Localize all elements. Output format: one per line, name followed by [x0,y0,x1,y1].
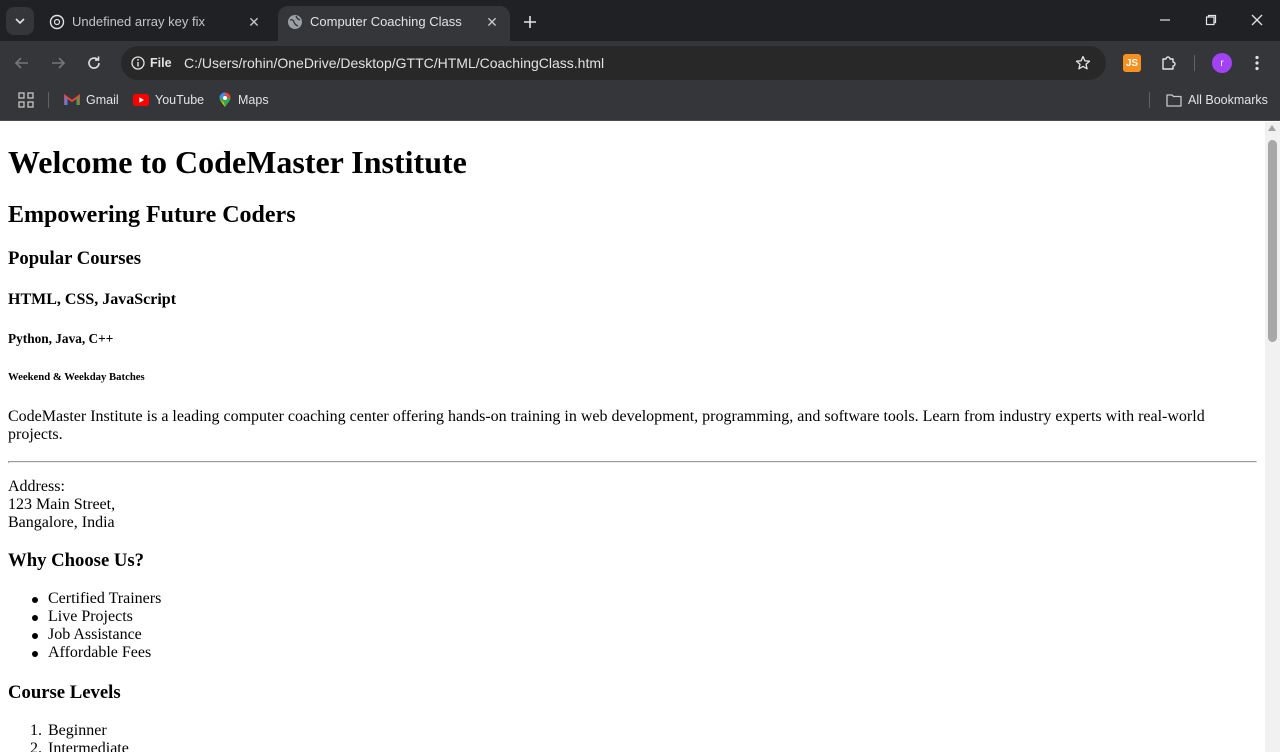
chatgpt-icon [49,14,65,30]
close-tab-icon[interactable]: ✕ [482,12,502,32]
bookmarks-bar: Gmail YouTube Maps All Bookmarks [0,85,1280,121]
address-line-1: 123 Main Street, [8,496,116,513]
list-item-label: Job Assistance [48,626,142,643]
arrow-left-icon [14,57,28,69]
bullet-icon [32,651,38,657]
browser-toolbar: File C:/Users/rohin/OneDrive/Desktop/GTT… [0,41,1280,85]
arrow-right-icon [52,57,66,69]
address-bar[interactable]: File C:/Users/rohin/OneDrive/Desktop/GTT… [121,46,1106,80]
page-scrollbar[interactable] [1265,122,1280,752]
profile-avatar[interactable]: r [1212,53,1232,73]
why-choose-list: Certified Trainers Live Projects Job Ass… [8,590,161,662]
browser-menu-button[interactable] [1247,53,1267,73]
bookmark-youtube[interactable]: YouTube [133,90,204,110]
address-line-2: Bangalore, India [8,514,115,531]
bullet-icon [32,615,38,621]
list-item: Affordable Fees [8,644,161,662]
horizontal-rule [8,461,1257,463]
list-item-label: Certified Trainers [48,590,162,607]
all-bookmarks-button[interactable]: All Bookmarks [1166,90,1268,110]
maps-icon [219,92,231,107]
list-item-label: Beginner [48,722,107,739]
list-item-label: Live Projects [48,608,133,625]
list-item: 1. Beginner [8,722,129,740]
minimize-icon [1160,19,1170,21]
back-button[interactable] [8,49,36,77]
forward-button[interactable] [44,49,72,77]
popular-courses-heading: Popular Courses [8,248,142,269]
list-item-label: Affordable Fees [48,644,152,661]
tab-title: Undefined array key fix [72,14,205,29]
list-item: Certified Trainers [8,590,161,608]
site-info-label: File [150,56,172,70]
course-levels-list: 1. Beginner 2. Intermediate [8,722,129,752]
plus-icon [524,16,536,28]
list-item: Live Projects [8,608,161,626]
toolbar-divider [1194,55,1195,71]
batches-heading: Weekend & Weekday Batches [8,371,145,383]
list-item: Job Assistance [8,626,161,644]
page-viewport: Welcome to CodeMaster Institute Empoweri… [0,122,1265,752]
page-heading: Welcome to CodeMaster Institute [8,144,467,180]
reload-button[interactable] [80,49,108,77]
address-block: Address: 123 Main Street, Bangalore, Ind… [8,478,115,532]
bookmark-maps[interactable]: Maps [218,90,269,110]
gmail-icon [64,94,80,105]
close-tab-icon[interactable]: ✕ [244,12,264,32]
list-number: 1. [30,722,42,739]
bullet-icon [32,597,38,603]
folder-icon [1166,94,1182,107]
star-icon [1075,55,1091,70]
scroll-up-arrow-icon[interactable] [1268,125,1276,131]
tab-computer-coaching-class[interactable]: Computer Coaching Class ✕ [278,6,510,41]
bookmark-gmail[interactable]: Gmail [64,90,119,110]
url-text[interactable]: C:/Users/rohin/OneDrive/Desktop/GTTC/HTM… [184,55,604,71]
bookmarks-divider [1149,92,1150,108]
list-item-label: Intermediate [48,740,129,752]
course-languages-heading: Python, Java, C++ [8,331,114,346]
site-info-chip[interactable]: File [127,50,180,76]
course-web-heading: HTML, CSS, JavaScript [8,291,177,308]
all-bookmarks-label: All Bookmarks [1188,93,1268,107]
tab-title: Computer Coaching Class [310,14,462,29]
bullet-icon [32,633,38,639]
new-tab-button[interactable] [518,10,542,34]
bookmark-label: Maps [238,93,269,107]
tab-undefined-array-key-fix[interactable]: Undefined array key fix ✕ [40,6,272,41]
close-icon [1251,14,1263,26]
restore-button[interactable] [1188,0,1234,40]
youtube-icon [133,94,149,106]
puzzle-icon [1162,56,1176,70]
extensions-button[interactable] [1159,53,1179,73]
institute-description: CodeMaster Institute is a leading comput… [8,408,1205,443]
reload-icon [88,56,100,69]
restore-icon [1205,14,1217,26]
info-icon [131,56,145,70]
kebab-menu-icon [1255,55,1259,71]
apps-grid-icon[interactable] [18,92,36,110]
course-levels-heading: Course Levels [8,682,121,703]
scrollbar-thumb[interactable] [1268,140,1277,342]
bookmarks-divider [48,92,49,108]
chevron-down-icon [15,18,25,25]
bookmark-label: Gmail [86,93,119,107]
list-number: 2. [30,740,42,752]
close-window-button[interactable] [1234,0,1280,40]
tab-search-button[interactable] [6,7,34,35]
address-label: Address: [8,478,65,495]
why-choose-heading: Why Choose Us? [8,550,145,571]
bookmark-star-button[interactable] [1074,54,1092,72]
tab-strip: Undefined array key fix ✕ Computer Coach… [0,0,1280,41]
minimize-button[interactable] [1142,0,1188,40]
list-item: 2. Intermediate [8,740,129,752]
bookmark-label: YouTube [155,93,205,107]
js-extension-icon[interactable]: JS [1123,54,1141,72]
globe-icon [287,14,303,30]
page-subheading: Empowering Future Coders [8,202,296,228]
